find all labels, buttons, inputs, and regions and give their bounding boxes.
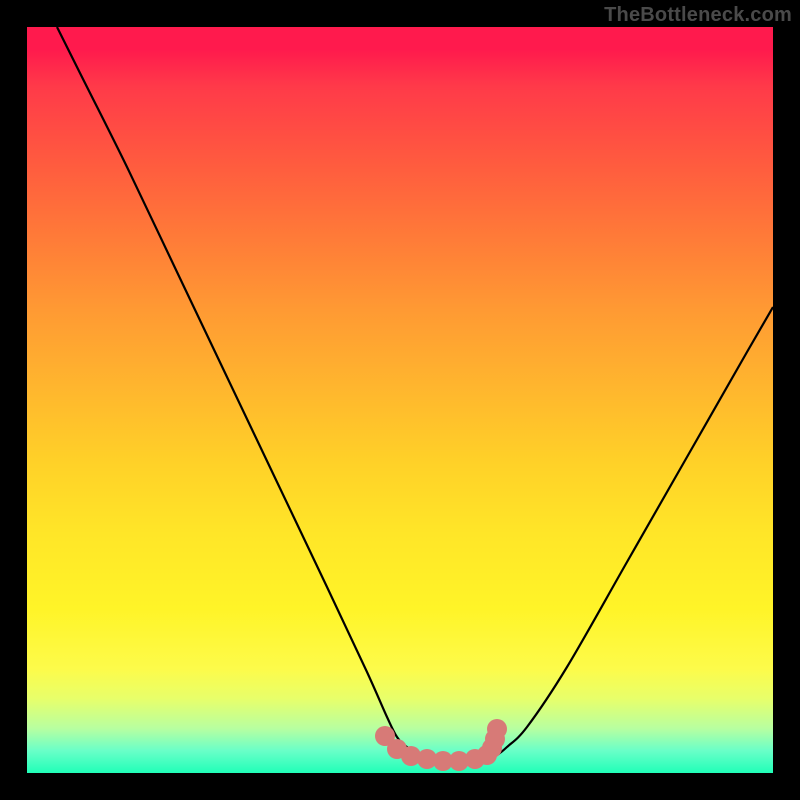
chart-svg (27, 27, 773, 773)
chart-area (27, 27, 773, 773)
watermark-text: TheBottleneck.com (604, 4, 792, 27)
trough-dot (487, 719, 507, 739)
trough-marker-group (375, 719, 507, 771)
bottleneck-curve (57, 27, 773, 761)
